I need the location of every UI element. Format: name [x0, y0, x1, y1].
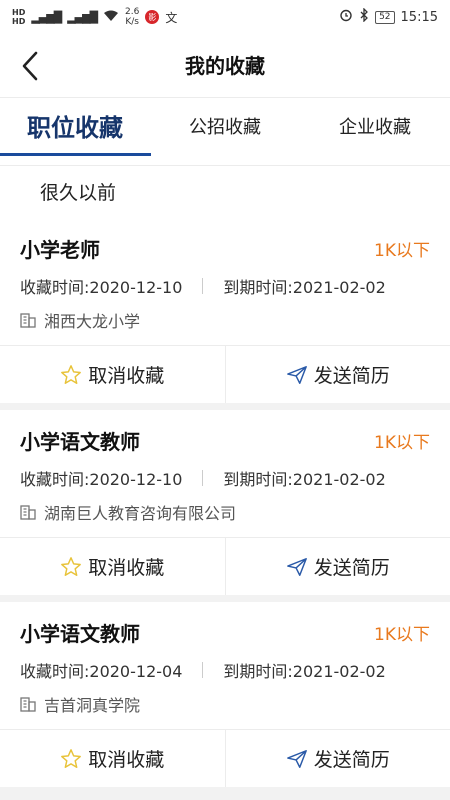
hd-label-bottom: HD	[12, 17, 26, 26]
expire-time: 到期时间:2021-02-02	[223, 662, 386, 681]
job-dates: 收藏时间:2020-12-10 到期时间:2021-02-02	[20, 466, 386, 490]
cancel-favorite-label: 取消收藏	[88, 749, 165, 771]
hd-label-top: HD	[12, 8, 26, 17]
signal-icon: ▂▄▆█	[31, 10, 62, 24]
divider	[202, 470, 204, 486]
cancel-favorite-button[interactable]: 取消收藏	[0, 730, 225, 787]
company-name: 湖南巨人教育咨询有限公司	[44, 504, 237, 523]
expire-time: 到期时间:2021-02-02	[223, 470, 386, 489]
company-name: 湘西大龙小学	[44, 312, 141, 331]
status-bar: HD HD ▂▄▆█ ▂▄▆█ 2.6 K/s 影 文 52 15:15	[0, 0, 450, 34]
app-notification-icon: 影	[145, 10, 160, 24]
building-icon	[20, 505, 36, 520]
time-group-header: 很久以前	[0, 166, 450, 218]
send-resume-label: 发送简历	[313, 365, 390, 387]
send-icon	[286, 365, 307, 384]
job-card[interactable]: 小学语文教师 1K以下 收藏时间:2020-12-04 到期时间:2021-02…	[0, 602, 450, 787]
building-icon	[20, 697, 36, 712]
tab-public-recruitment-favorites[interactable]: 公招收藏	[150, 98, 300, 166]
card-actions: 取消收藏 发送简历	[0, 537, 450, 595]
send-icon	[286, 557, 307, 576]
job-title: 小学语文教师	[20, 430, 140, 454]
status-right: 52 15:15	[339, 7, 438, 26]
job-salary: 1K以下	[374, 625, 430, 645]
job-salary: 1K以下	[374, 433, 430, 453]
card-actions: 取消收藏 发送简历	[0, 345, 450, 403]
chevron-left-icon	[22, 51, 38, 81]
hd-indicator: HD HD	[12, 8, 25, 26]
star-icon	[61, 556, 82, 576]
bluetooth-icon	[359, 7, 369, 26]
collect-time: 收藏时间:2020-12-10	[20, 470, 183, 489]
net-speed: 2.6 K/s	[125, 7, 139, 27]
back-button[interactable]	[14, 50, 46, 82]
star-icon	[61, 364, 82, 384]
net-speed-value: 2.6	[125, 7, 140, 17]
card-actions: 取消收藏 发送简历	[0, 729, 450, 787]
cancel-favorite-label: 取消收藏	[88, 557, 165, 579]
alarm-icon	[339, 8, 353, 26]
job-salary: 1K以下	[374, 241, 430, 261]
job-title: 小学老师	[20, 238, 100, 262]
send-resume-button[interactable]: 发送简历	[224, 346, 450, 403]
signal-icon-2: ▂▄▆█	[67, 10, 98, 24]
job-dates: 收藏时间:2020-12-10 到期时间:2021-02-02	[20, 274, 386, 298]
active-tab-indicator	[0, 153, 151, 156]
send-resume-button[interactable]: 发送简历	[224, 730, 450, 787]
star-icon	[61, 748, 82, 768]
collect-time: 收藏时间:2020-12-10	[20, 278, 183, 297]
job-card[interactable]: 小学语文教师 1K以下 收藏时间:2020-12-10 到期时间:2021-02…	[0, 410, 450, 595]
collect-time: 收藏时间:2020-12-04	[20, 662, 183, 681]
job-title: 小学语文教师	[20, 622, 140, 646]
battery-icon: 52	[375, 10, 395, 24]
time-group-label: 很久以前	[40, 182, 117, 204]
building-icon	[20, 313, 36, 328]
net-speed-unit: K/s	[125, 17, 139, 27]
navbar: 我的收藏	[0, 34, 450, 98]
send-icon	[286, 749, 307, 768]
company: 湖南巨人教育咨询有限公司	[20, 500, 236, 524]
text-notification-icon: 文	[165, 10, 178, 25]
cancel-favorite-button[interactable]: 取消收藏	[0, 346, 225, 403]
status-left: HD HD ▂▄▆█ ▂▄▆█ 2.6 K/s 影 文	[12, 7, 177, 27]
expire-time: 到期时间:2021-02-02	[223, 278, 386, 297]
send-resume-label: 发送简历	[313, 749, 390, 771]
job-dates: 收藏时间:2020-12-04 到期时间:2021-02-02	[20, 658, 386, 682]
company: 湘西大龙小学	[20, 308, 140, 332]
divider	[202, 278, 204, 294]
wifi-icon	[103, 10, 119, 25]
cancel-favorite-label: 取消收藏	[88, 365, 165, 387]
cancel-favorite-button[interactable]: 取消收藏	[0, 538, 225, 595]
send-resume-button[interactable]: 发送简历	[224, 538, 450, 595]
job-card[interactable]: 小学老师 1K以下 收藏时间:2020-12-10 到期时间:2021-02-0…	[0, 218, 450, 403]
company: 吉首洞真学院	[20, 692, 140, 716]
tab-company-favorites[interactable]: 企业收藏	[300, 98, 450, 166]
page-title: 我的收藏	[185, 54, 265, 78]
clock: 15:15	[400, 9, 438, 25]
send-resume-label: 发送简历	[313, 557, 390, 579]
company-name: 吉首洞真学院	[44, 696, 141, 715]
divider	[202, 662, 204, 678]
